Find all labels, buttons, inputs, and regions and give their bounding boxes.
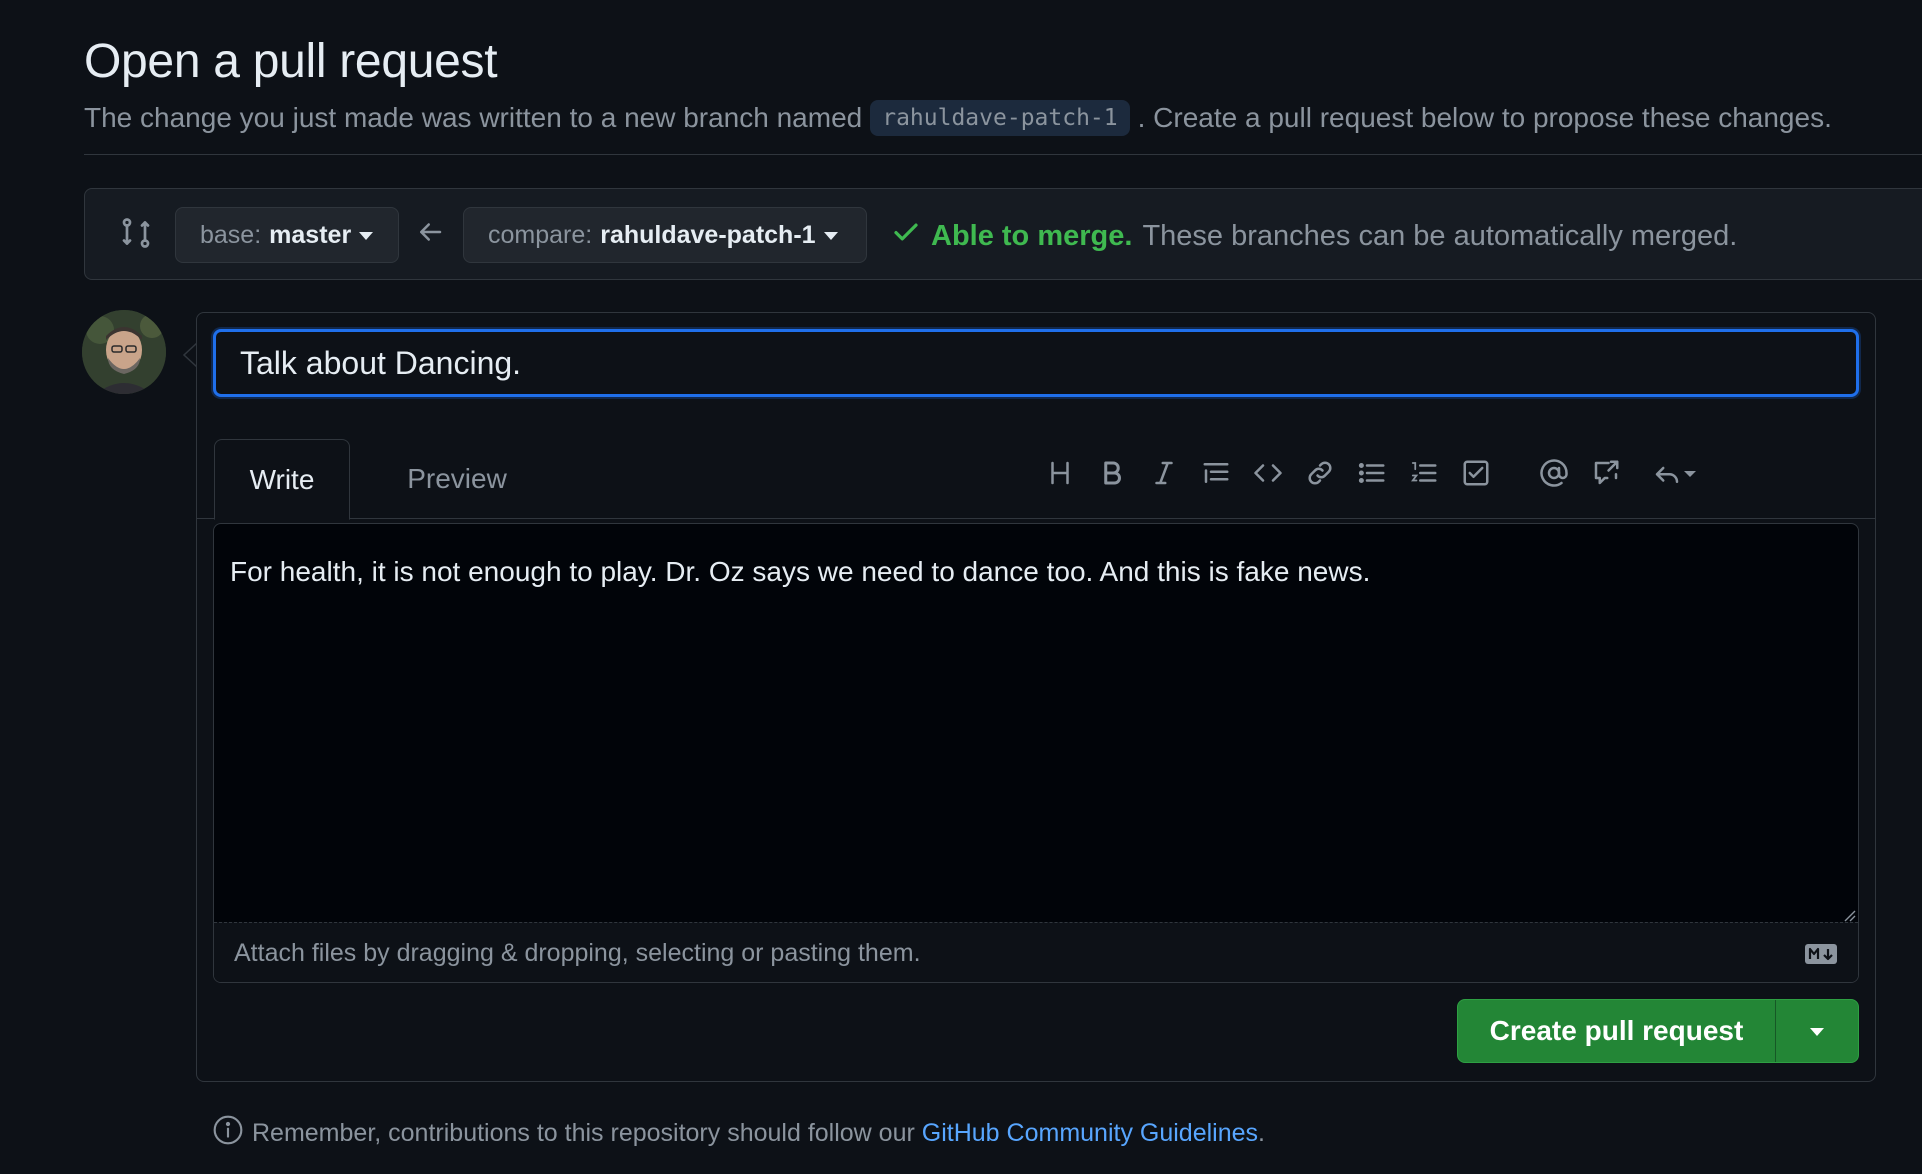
merge-message: These branches can be automatically merg… (1142, 219, 1738, 252)
info-icon (212, 1114, 252, 1153)
footer-note: Remember, contributions to this reposito… (212, 1114, 1265, 1153)
git-compare-icon (118, 215, 154, 251)
code-icon[interactable] (1246, 451, 1290, 495)
heading-icon[interactable] (1038, 451, 1082, 495)
subtitle-text-after: . Create a pull request below to propose… (1137, 102, 1832, 133)
compare-branch-button[interactable]: compare: rahuldave-patch-1 (463, 207, 867, 263)
chevron-down-icon (823, 232, 838, 240)
chevron-down-icon (359, 232, 374, 240)
task-list-icon[interactable] (1454, 451, 1498, 495)
link-icon[interactable] (1298, 451, 1342, 495)
create-options-dropdown[interactable] (1776, 1000, 1858, 1062)
chevron-down-icon (1684, 471, 1696, 477)
create-pull-request-button[interactable]: Create pull request (1458, 1000, 1776, 1062)
page: Open a pull request The change you just … (0, 0, 1922, 1174)
merge-ok-text: Able to merge. (931, 219, 1133, 252)
compare-branch-name: rahuldave-patch-1 (600, 220, 816, 249)
compare-bar: base: master compare: rahuldave-patch-1 … (84, 188, 1922, 280)
merge-status: Able to merge. These branches can be aut… (891, 217, 1737, 255)
page-subtitle: The change you just made was written to … (84, 100, 1832, 136)
arrow-left-icon (415, 217, 445, 247)
cross-reference-icon[interactable] (1584, 451, 1628, 495)
base-branch-name: master (269, 220, 352, 249)
italic-icon[interactable] (1142, 451, 1186, 495)
check-icon (891, 217, 921, 255)
editor-tabs-row: Write Preview (197, 427, 1875, 520)
page-title: Open a pull request (84, 35, 498, 88)
branch-name-code: rahuldave-patch-1 (870, 100, 1130, 136)
pr-editor: Write Preview (196, 312, 1876, 1082)
footer-period: . (1258, 1119, 1265, 1147)
pr-body-textarea[interactable]: For health, it is not enough to play. Dr… (213, 523, 1859, 983)
chevron-down-icon (1810, 1028, 1824, 1036)
resize-handle-icon[interactable] (1842, 908, 1856, 922)
bold-icon[interactable] (1090, 451, 1134, 495)
comment-pointer (182, 342, 198, 368)
header-divider (84, 154, 1922, 155)
numbered-list-icon[interactable] (1402, 451, 1446, 495)
tab-write[interactable]: Write (214, 439, 350, 520)
base-prefix: base: (200, 220, 262, 249)
pr-title-input[interactable] (213, 329, 1859, 397)
markdown-icon[interactable] (1804, 943, 1838, 965)
reply-icon[interactable] (1644, 451, 1704, 495)
mention-icon[interactable] (1532, 451, 1576, 495)
attach-hint: Attach files by dragging & dropping, sel… (234, 939, 921, 967)
subtitle-text: The change you just made was written to … (84, 102, 863, 133)
base-branch-button[interactable]: base: master (175, 207, 399, 263)
avatar[interactable] (82, 310, 166, 394)
footer-note-text: Remember, contributions to this reposito… (252, 1119, 915, 1147)
quote-icon[interactable] (1194, 451, 1238, 495)
attach-files-bar[interactable]: Attach files by dragging & dropping, sel… (214, 922, 1858, 982)
tab-preview[interactable]: Preview (367, 439, 547, 519)
create-pull-request-group: Create pull request (1457, 999, 1859, 1063)
bulleted-list-icon[interactable] (1350, 451, 1394, 495)
compare-prefix: compare: (488, 220, 593, 249)
pr-body-text: For health, it is not enough to play. Dr… (230, 556, 1371, 587)
community-guidelines-link[interactable]: GitHub Community Guidelines (922, 1119, 1258, 1148)
